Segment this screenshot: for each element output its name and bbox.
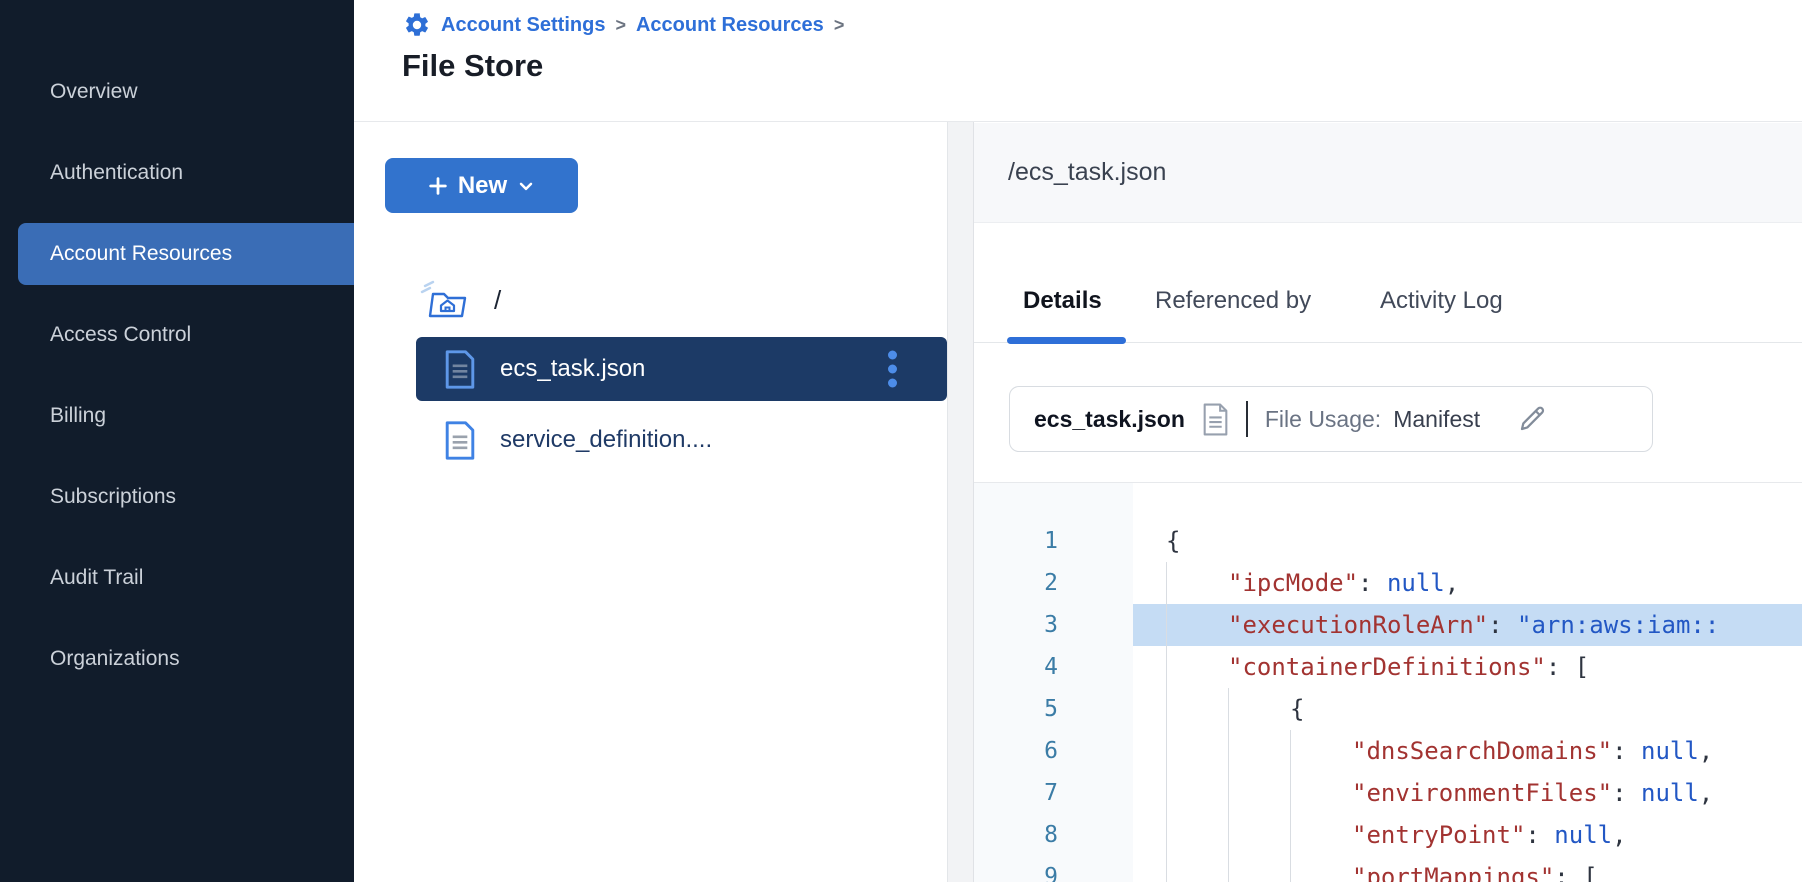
document-icon [444, 350, 476, 389]
sidebar: Overview Authentication Account Resources A… [0, 0, 354, 882]
sidebar-item-authentication[interactable]: Authentication [0, 142, 354, 204]
line-number: 5 [974, 688, 1133, 730]
code-line: 7 "environmentFiles": null, [974, 772, 1802, 814]
code-line: 6 "dnsSearchDomains": null, [974, 730, 1802, 772]
file-path-header: /ecs_task.json [974, 123, 1802, 223]
panel-divider [948, 122, 974, 882]
line-number: 6 [974, 730, 1133, 772]
code-text: "entryPoint": null, [1133, 814, 1802, 856]
line-number: 1 [974, 520, 1133, 562]
file-name-label: service_definition.... [500, 426, 712, 454]
code-line: 1 { [974, 520, 1802, 562]
pencil-icon[interactable] [1516, 403, 1548, 435]
sidebar-item-overview[interactable]: Overview [0, 61, 354, 123]
gear-icon [403, 11, 431, 39]
code-line: 9 "portMappings": [ [974, 856, 1802, 882]
code-viewer[interactable]: 1 { 2 "ipcMode": null, 3 "executionRoleA… [974, 482, 1802, 882]
breadcrumb-link-account-settings[interactable]: Account Settings [441, 14, 605, 37]
code-line: 8 "entryPoint": null, [974, 814, 1802, 856]
tab-activity-log[interactable]: Activity Log [1380, 287, 1503, 315]
file-row[interactable]: service_definition.... [416, 409, 947, 471]
sidebar-item-billing[interactable]: Billing [0, 385, 354, 447]
new-button-label: New [458, 172, 507, 200]
folder-home-icon [420, 279, 468, 321]
root-path-label: / [494, 285, 501, 316]
code-lines: 1 { 2 "ipcMode": null, 3 "executionRoleA… [974, 520, 1802, 882]
tab-referenced-by[interactable]: Referenced by [1155, 287, 1311, 315]
sidebar-item-subscriptions[interactable]: Subscriptions [0, 466, 354, 528]
line-number: 2 [974, 562, 1133, 604]
sidebar-nav: Overview Authentication Account Resources A… [0, 0, 354, 690]
file-usage-label: File Usage: [1265, 406, 1381, 433]
code-line-highlighted: 3 "executionRoleArn": "arn:aws:iam:: [974, 604, 1802, 646]
code-text: { [1133, 520, 1802, 562]
divider [1246, 401, 1248, 437]
code-text: "portMappings": [ [1133, 856, 1802, 882]
kebab-menu-icon[interactable] [888, 346, 897, 393]
code-text: "environmentFiles": null, [1133, 772, 1802, 814]
document-icon [444, 421, 476, 460]
file-browser-panel: New / ecs_task.json service_definition..… [354, 122, 948, 882]
line-number: 4 [974, 646, 1133, 688]
line-number: 9 [974, 856, 1133, 882]
file-name-label: ecs_task.json [1034, 406, 1185, 433]
line-number: 8 [974, 814, 1133, 856]
tab-details[interactable]: Details [1023, 287, 1102, 315]
file-row[interactable]: ecs_task.json [416, 337, 947, 401]
code-text: "executionRoleArn": "arn:aws:iam:: [1133, 604, 1802, 646]
sidebar-item-audit-trail[interactable]: Audit Trail [0, 547, 354, 609]
code-line: 4 "containerDefinitions": [ [974, 646, 1802, 688]
breadcrumb-separator: > [834, 15, 845, 36]
file-usage-value: Manifest [1393, 406, 1480, 433]
chevron-down-icon [516, 176, 536, 196]
page-title: File Store [402, 48, 543, 84]
code-text: "ipcMode": null, [1133, 562, 1802, 604]
sidebar-item-account-resources[interactable]: Account Resources [18, 223, 354, 285]
root-folder-row[interactable]: / [420, 278, 501, 322]
code-line: 5 { [974, 688, 1802, 730]
file-path-label: /ecs_task.json [1008, 158, 1166, 187]
plus-icon [427, 175, 449, 197]
code-text: { [1133, 688, 1802, 730]
breadcrumb: Account Settings > Account Resources > [403, 8, 844, 42]
line-number: 3 [974, 604, 1133, 646]
code-line: 2 "ipcMode": null, [974, 562, 1802, 604]
document-icon [1202, 403, 1229, 436]
breadcrumb-separator: > [615, 15, 626, 36]
active-tab-indicator [1007, 337, 1126, 344]
new-button[interactable]: New [385, 158, 578, 213]
file-name-label: ecs_task.json [500, 355, 645, 383]
sidebar-item-access-control[interactable]: Access Control [0, 304, 354, 366]
code-text: "containerDefinitions": [ [1133, 646, 1802, 688]
line-number: 7 [974, 772, 1133, 814]
file-usage-card: ecs_task.json File Usage: Manifest [1009, 386, 1653, 452]
sidebar-item-organizations[interactable]: Organizations [0, 628, 354, 690]
breadcrumb-link-account-resources[interactable]: Account Resources [636, 14, 824, 37]
file-detail-panel: /ecs_task.json Details Referenced by Act… [974, 122, 1802, 882]
code-text: "dnsSearchDomains": null, [1133, 730, 1802, 772]
